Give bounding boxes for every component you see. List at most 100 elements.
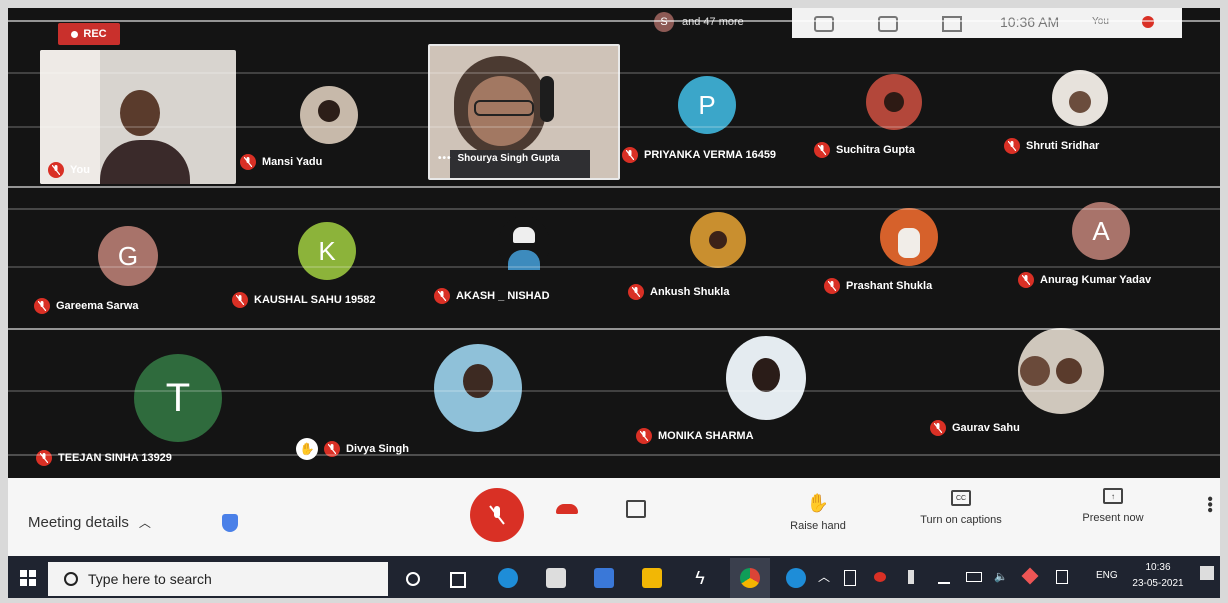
scanline	[8, 454, 1220, 456]
avatar[interactable]: A	[1072, 202, 1130, 260]
participant-name: Suchitra Gupta	[814, 142, 915, 158]
rec-label: REC	[83, 28, 107, 40]
help-icon[interactable]	[786, 568, 806, 588]
scanline	[8, 186, 1220, 188]
more-options-icon[interactable]: •••	[438, 153, 452, 164]
search-icon	[64, 572, 78, 586]
app-icon[interactable]: ϟ	[690, 568, 710, 588]
tray-icon[interactable]	[1056, 570, 1068, 584]
captions-icon: CC	[951, 490, 971, 506]
avatar[interactable]	[866, 74, 922, 130]
scanline	[8, 390, 1220, 392]
meeting-toolbar: Meeting details ︿ ✋ Raise hand CC Turn o…	[8, 478, 1220, 556]
hand-icon: ✋	[806, 492, 830, 513]
scanline	[8, 126, 1220, 128]
mic-off-icon	[34, 298, 50, 314]
participant-name: Shruti Sridhar	[1004, 138, 1099, 154]
participant-name: Anurag Kumar Yadav	[1018, 272, 1151, 288]
avatar[interactable]	[1052, 70, 1108, 126]
mic-off-icon	[636, 428, 652, 444]
participant-name: AKASH _ NISHAD	[434, 288, 550, 304]
scanline	[8, 20, 1220, 22]
avatar[interactable]	[300, 86, 358, 144]
chevron-up-icon[interactable]: ︿	[818, 568, 830, 585]
dropbox-icon[interactable]	[1021, 567, 1039, 585]
avatar[interactable]: K	[298, 222, 356, 280]
volume-icon[interactable]: 🔈	[994, 570, 1008, 583]
participant-name: Gareema Sarwa	[34, 298, 139, 314]
mic-off-icon	[930, 420, 946, 436]
tray-icon[interactable]	[908, 570, 914, 584]
avatar[interactable]	[726, 336, 806, 420]
tray-icon[interactable]	[874, 572, 886, 582]
present-icon: ↑	[1103, 488, 1123, 504]
chrome-icon[interactable]	[730, 558, 770, 598]
mic-off-icon	[240, 154, 256, 170]
avatar[interactable]	[690, 212, 746, 268]
participant-name: KAUSHAL SAHU 19582	[232, 292, 375, 308]
participant-count-chip[interactable]: S and 47 more	[654, 12, 744, 32]
raised-hand-icon: ✋	[296, 438, 318, 460]
network-icon[interactable]	[938, 572, 950, 584]
recording-badge: REC	[58, 23, 120, 45]
file-explorer-icon[interactable]	[642, 568, 662, 588]
mail-icon[interactable]	[594, 568, 614, 588]
avatar[interactable]	[880, 208, 938, 266]
participants-more-text: and 47 more	[682, 16, 744, 28]
taskbar-search-box[interactable]: Type here to search	[48, 562, 388, 596]
mic-off-icon	[1004, 138, 1020, 154]
mic-toggle-button[interactable]	[470, 488, 524, 542]
mic-off-icon	[628, 284, 644, 300]
participant-name: Gaurav Sahu	[930, 420, 1020, 436]
avatar[interactable]: G	[98, 226, 158, 286]
activities-icon[interactable]	[942, 16, 962, 32]
mic-off-icon	[232, 292, 248, 308]
mic-off-icon	[622, 147, 638, 163]
participant-name: Mansi Yadu	[240, 154, 322, 170]
avatar: S	[654, 12, 674, 32]
participant-name: MONIKA SHARMA	[636, 428, 754, 444]
windows-taskbar: Type here to search ϟ ︿ 🔈 ENG 10:36 23-0…	[8, 556, 1220, 598]
meeting-details-button[interactable]: Meeting details ︿	[28, 514, 151, 531]
participant-name: PRIYANKA VERMA 16459	[622, 147, 776, 163]
participant-name: ✋ Divya Singh	[296, 438, 409, 460]
shield-icon[interactable]	[222, 514, 238, 532]
mic-off-icon	[824, 278, 840, 294]
language-indicator[interactable]: ENG	[1096, 570, 1118, 581]
taskbar-clock[interactable]: 10:36 23-05-2021	[1126, 560, 1190, 592]
scanline	[8, 208, 1220, 210]
tray-icon[interactable]	[844, 570, 856, 586]
notification-icon[interactable]	[1200, 566, 1214, 580]
participant-name: ••• Shourya Singh Gupta	[438, 153, 560, 164]
camera-toggle-button[interactable]	[626, 500, 646, 518]
self-mic-off-icon	[1142, 16, 1154, 28]
leave-call-button[interactable]	[556, 504, 578, 514]
windows-start-icon[interactable]	[20, 570, 36, 586]
participant-name: You	[48, 162, 90, 178]
mic-off-icon	[489, 505, 505, 525]
battery-icon[interactable]	[966, 572, 982, 582]
present-now-button[interactable]: ↑ Present now	[1068, 478, 1158, 534]
more-options-icon[interactable]: •••	[1200, 496, 1218, 513]
edge-icon[interactable]	[498, 568, 518, 588]
store-icon[interactable]	[546, 568, 566, 588]
rec-dot-icon	[71, 30, 79, 38]
avatar[interactable]	[434, 344, 522, 432]
participant-name: Prashant Shukla	[824, 278, 932, 294]
chevron-up-icon: ︿	[138, 516, 151, 530]
mic-off-icon	[36, 450, 52, 466]
cortana-icon[interactable]	[406, 572, 420, 586]
person-silhouette	[120, 90, 160, 136]
top-info-bar: 10:36 AM You	[792, 8, 1182, 38]
chat-icon[interactable]	[878, 16, 898, 32]
meeting-time: 10:36 AM	[1000, 14, 1060, 30]
avatar[interactable]	[1018, 328, 1104, 414]
participant-name: Ankush Shukla	[628, 284, 729, 300]
raise-hand-button[interactable]: ✋ Raise hand	[778, 484, 858, 540]
scanline	[8, 72, 1220, 74]
people-icon[interactable]	[814, 16, 834, 32]
avatar[interactable]	[498, 216, 550, 272]
captions-button[interactable]: CC Turn on captions	[906, 480, 1016, 536]
task-view-icon[interactable]	[450, 572, 466, 588]
avatar[interactable]: T	[134, 354, 222, 442]
